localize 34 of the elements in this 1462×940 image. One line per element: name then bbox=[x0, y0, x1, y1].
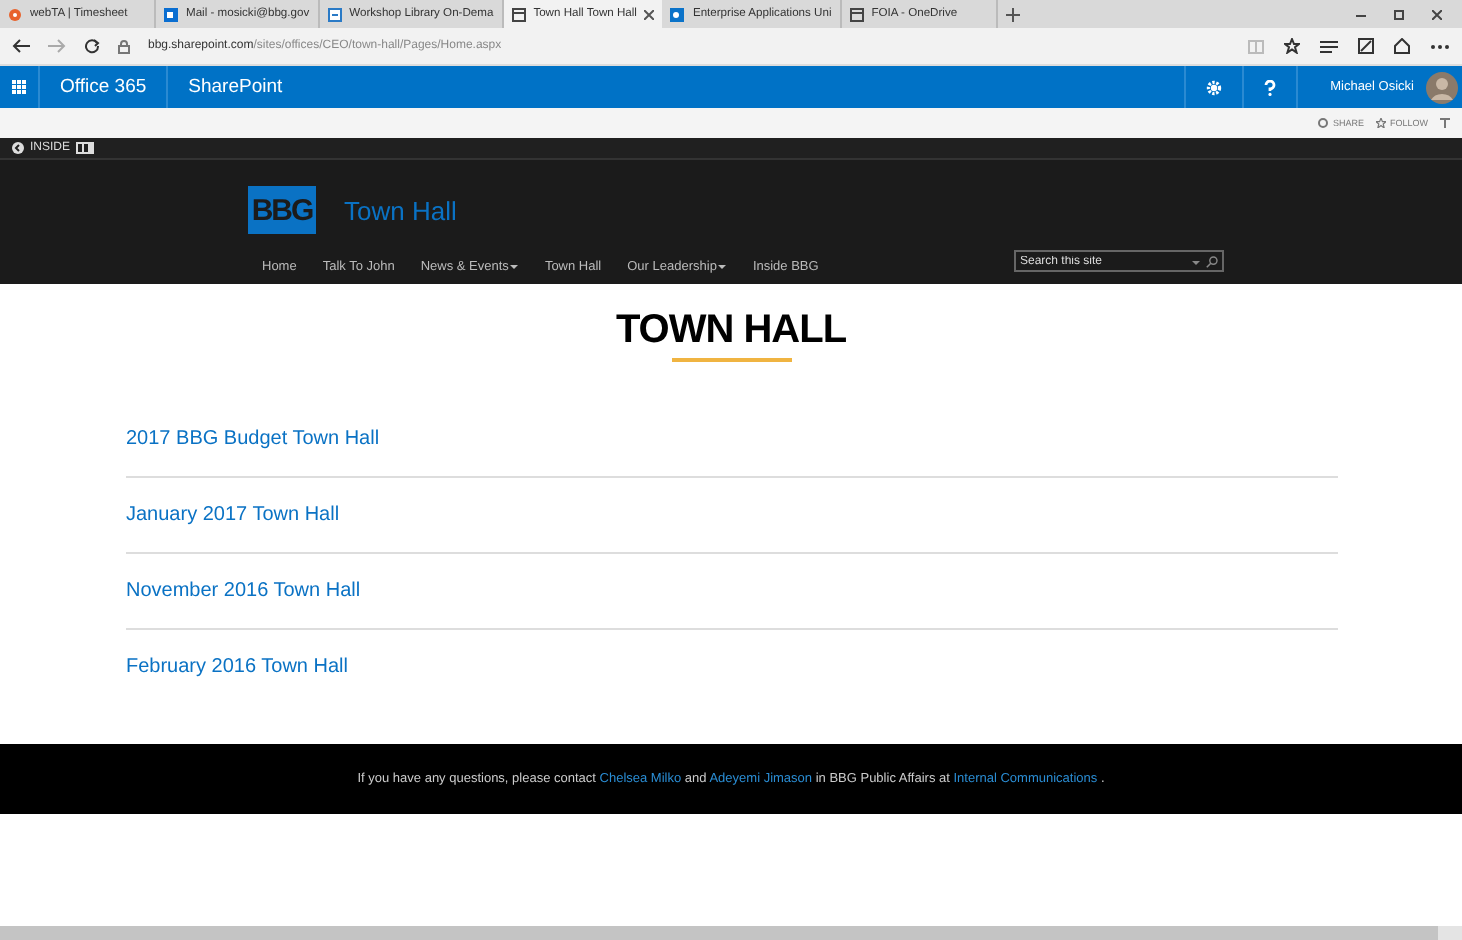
close-icon[interactable] bbox=[1432, 9, 1442, 19]
page-icon bbox=[511, 7, 526, 21]
star-icon[interactable] bbox=[1284, 38, 1300, 54]
library-icon bbox=[327, 7, 342, 21]
product-name[interactable]: SharePoint bbox=[168, 66, 303, 108]
settings-icon[interactable] bbox=[1206, 79, 1223, 95]
close-icon[interactable] bbox=[644, 9, 655, 19]
page-link[interactable]: January 2017 Town Hall bbox=[126, 504, 340, 526]
back-icon[interactable] bbox=[12, 38, 30, 54]
flower-icon bbox=[8, 7, 22, 21]
star-icon[interactable] bbox=[1375, 118, 1386, 128]
refresh-icon[interactable] bbox=[84, 38, 100, 54]
caret-icon bbox=[718, 264, 727, 270]
page-heading: TOWN HALL bbox=[615, 308, 847, 354]
menu-icon[interactable] bbox=[1320, 39, 1338, 53]
maximize-icon[interactable] bbox=[1394, 9, 1404, 19]
back-circle-icon[interactable] bbox=[12, 142, 24, 154]
caret-icon bbox=[1192, 259, 1200, 265]
plus-icon[interactable] bbox=[1006, 7, 1021, 21]
search-icon[interactable] bbox=[1206, 256, 1218, 268]
pen-icon[interactable] bbox=[1358, 38, 1374, 54]
lock-icon bbox=[118, 39, 130, 53]
more-icon[interactable] bbox=[1430, 43, 1450, 49]
avatar-icon[interactable] bbox=[1426, 71, 1458, 103]
scrollbar[interactable] bbox=[0, 926, 1462, 940]
page-link[interactable]: 2017 BBG Budget Town Hall bbox=[126, 428, 380, 450]
page-link[interactable]: November 2016 Town Hall bbox=[126, 580, 361, 602]
page-link[interactable]: February 2016 Town Hall bbox=[126, 656, 348, 678]
caret-icon bbox=[510, 264, 519, 270]
mail-icon bbox=[164, 7, 178, 21]
help-icon[interactable] bbox=[1264, 79, 1277, 95]
app-launcher-icon[interactable] bbox=[12, 80, 26, 94]
page-icon bbox=[849, 7, 864, 21]
minimize-icon[interactable] bbox=[1356, 9, 1366, 19]
